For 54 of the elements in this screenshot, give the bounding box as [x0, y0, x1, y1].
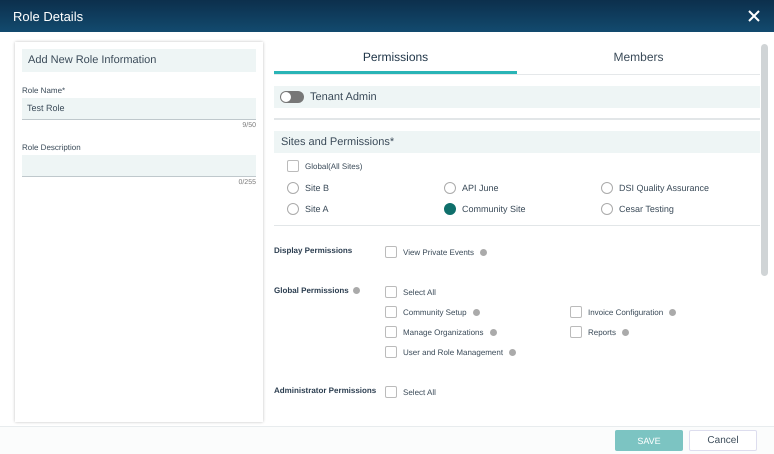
checkbox-label: Reports — [588, 328, 616, 336]
radio-label: Community Site — [462, 204, 526, 214]
radio-label: Cesar Testing — [619, 204, 674, 214]
radio-label: API June — [462, 183, 499, 193]
help-icon[interactable] — [352, 287, 360, 294]
input-field[interactable]: Test Role — [22, 98, 256, 120]
toggle-switch[interactable] — [280, 91, 304, 103]
tab[interactable]: Permissions — [274, 42, 517, 74]
help-icon[interactable] — [472, 309, 480, 316]
toggle-label: Tenant Admin — [310, 91, 377, 103]
help-icon[interactable] — [509, 349, 516, 356]
group-title: Global Permissions — [274, 286, 349, 295]
checkbox[interactable] — [385, 386, 397, 398]
help-icon[interactable] — [669, 309, 676, 316]
radio-button[interactable] — [287, 203, 299, 215]
help-icon[interactable] — [480, 249, 487, 256]
radio-button[interactable] — [601, 203, 613, 215]
close-icon[interactable] — [748, 10, 760, 22]
checkbox-label: Manage Organizations — [403, 328, 484, 336]
group-title: Display Permissions — [274, 246, 352, 255]
checkbox-label: Select All — [403, 388, 436, 396]
radio-button[interactable] — [287, 182, 299, 194]
cancel-button[interactable]: Cancel — [689, 430, 757, 451]
radio-button[interactable] — [601, 182, 613, 194]
checkbox[interactable] — [385, 346, 397, 358]
checkbox[interactable] — [385, 246, 397, 258]
tab[interactable]: Members — [517, 42, 760, 74]
radio-label: Site B — [305, 183, 330, 193]
checkbox-label: Community Setup — [403, 308, 467, 316]
section-heading: Add New Role Information — [22, 49, 256, 72]
checkbox[interactable] — [570, 306, 582, 318]
radio-label: DSI Quality Assurance — [619, 183, 710, 193]
checkbox[interactable] — [385, 326, 397, 338]
radio-button[interactable] — [444, 203, 456, 215]
group-title: Administrator Permissions — [274, 386, 376, 395]
checkbox-label: Global(All Sites) — [305, 162, 362, 170]
radio-button[interactable] — [444, 182, 456, 194]
checkbox[interactable] — [570, 326, 582, 338]
checkbox-label: Select All — [403, 288, 436, 296]
checkbox[interactable] — [287, 160, 299, 172]
checkbox-label: View Private Events — [403, 248, 474, 256]
checkbox-label: Invoice Configuration — [588, 308, 664, 316]
checkbox[interactable] — [385, 286, 397, 298]
scrollbar[interactable] — [761, 44, 768, 276]
field-label: Role Description — [22, 143, 82, 152]
field-label: Role Name* — [22, 86, 66, 95]
checkbox-label: User and Role Management — [403, 348, 504, 356]
checkbox[interactable] — [385, 306, 397, 318]
help-icon[interactable] — [622, 329, 630, 336]
input-field[interactable] — [22, 155, 256, 177]
window-title: Role Details — [13, 8, 84, 24]
radio-label: Site A — [305, 204, 329, 214]
section-heading: Sites and Permissions* — [274, 131, 760, 153]
help-icon[interactable] — [490, 329, 496, 336]
